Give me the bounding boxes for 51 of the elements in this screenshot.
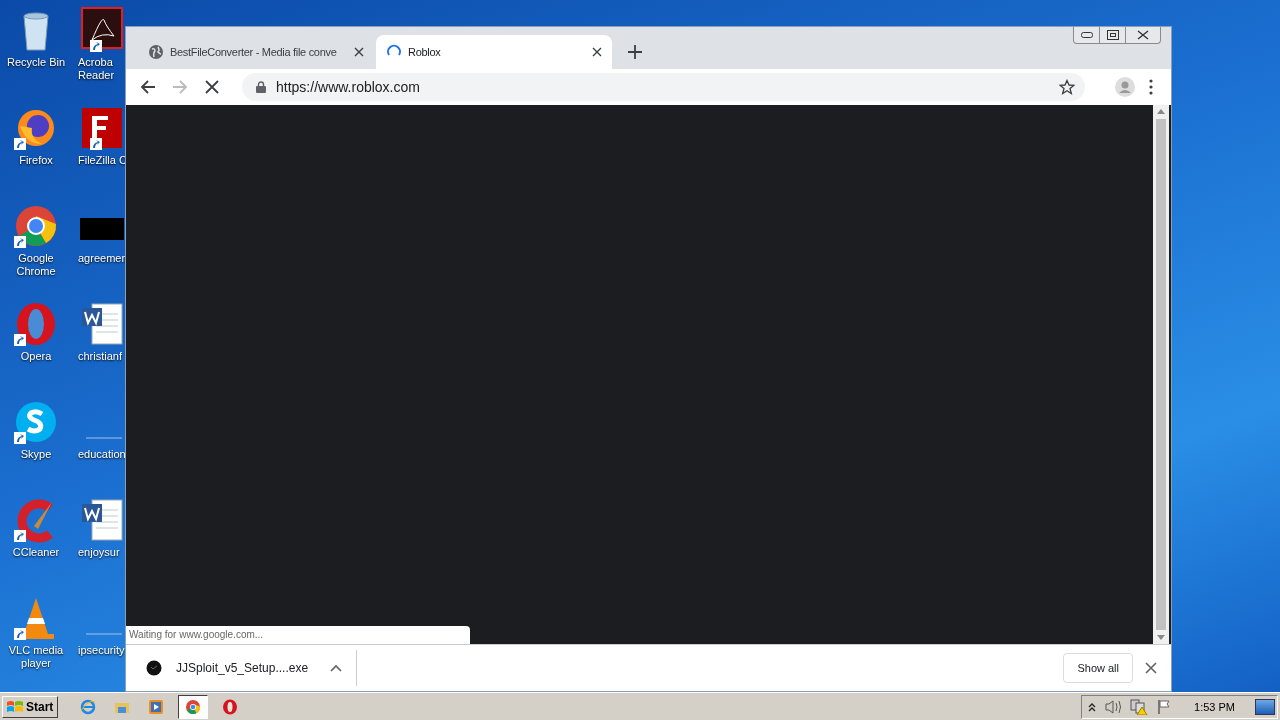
flag-icon[interactable] (1156, 698, 1173, 715)
media-player-icon (148, 698, 165, 715)
restore-icon (1106, 30, 1119, 40)
desktop-icon-label: Google Chrome (15, 252, 57, 278)
desktop-icon-label: christianf (78, 350, 124, 363)
desktop-icon-label: Recycle Bin (5, 56, 67, 69)
desktop-icon-label: agreemen (78, 252, 129, 265)
back-icon[interactable] (140, 79, 156, 95)
browser-tab[interactable]: BestFileConverter - Media file conve (138, 35, 374, 69)
lock-icon (256, 81, 266, 93)
star-icon[interactable] (1059, 79, 1075, 95)
desktop-icon-label: ipsecurity (78, 644, 126, 657)
chrome-icon (185, 698, 202, 715)
new-tab-icon[interactable] (628, 45, 642, 59)
ie-icon (80, 698, 97, 715)
stop-icon[interactable] (204, 79, 220, 95)
close-icon[interactable] (1145, 662, 1157, 674)
clock[interactable]: 1:53 PM (1194, 700, 1235, 713)
show-all-button[interactable]: Show all (1063, 653, 1133, 683)
scrollbar[interactable] (1153, 105, 1169, 644)
speaker-icon[interactable] (1104, 698, 1123, 715)
scroll-down-icon[interactable] (1157, 635, 1165, 641)
desktop-icon-label: Acroba Reader (78, 56, 116, 82)
desktop-icon-label: VLC media player (7, 644, 65, 670)
desktop-icon-label: CCleaner (11, 546, 61, 559)
desktop-icon-label: education (78, 448, 127, 461)
desktop-icon-label: Firefox (18, 154, 54, 167)
browser-tab[interactable]: Roblox (376, 35, 612, 69)
desktop-icon-label: Skype (19, 448, 53, 461)
desktop-icon-label: enjoysur (78, 546, 121, 559)
status-bubble: Waiting for www.google.com... (126, 626, 470, 644)
menu-icon[interactable] (1149, 79, 1153, 95)
desktop-icon-label: Opera (19, 350, 53, 363)
chevron-up-icon[interactable] (1088, 701, 1097, 712)
minimize-icon (1080, 32, 1093, 38)
file-icon (146, 660, 162, 676)
network-warning-icon[interactable] (1130, 698, 1149, 715)
caret-icon[interactable] (330, 664, 342, 672)
close-icon (1137, 30, 1149, 40)
close-icon[interactable] (354, 47, 364, 57)
globe-icon (148, 44, 164, 60)
start-button[interactable]: Start (2, 695, 59, 718)
profile-avatar-icon[interactable] (1115, 77, 1135, 97)
windows-logo-icon (7, 699, 23, 714)
scroll-up-icon[interactable] (1157, 108, 1165, 114)
address-bar[interactable]: https://www.roblox.com (242, 73, 1085, 101)
taskbar-app[interactable] (178, 694, 209, 719)
show-desktop-button[interactable] (1255, 698, 1275, 715)
download-item[interactable]: JJSploit_v5_Setup....exe (146, 650, 357, 686)
opera-icon (222, 698, 239, 715)
close-icon[interactable] (592, 47, 602, 57)
